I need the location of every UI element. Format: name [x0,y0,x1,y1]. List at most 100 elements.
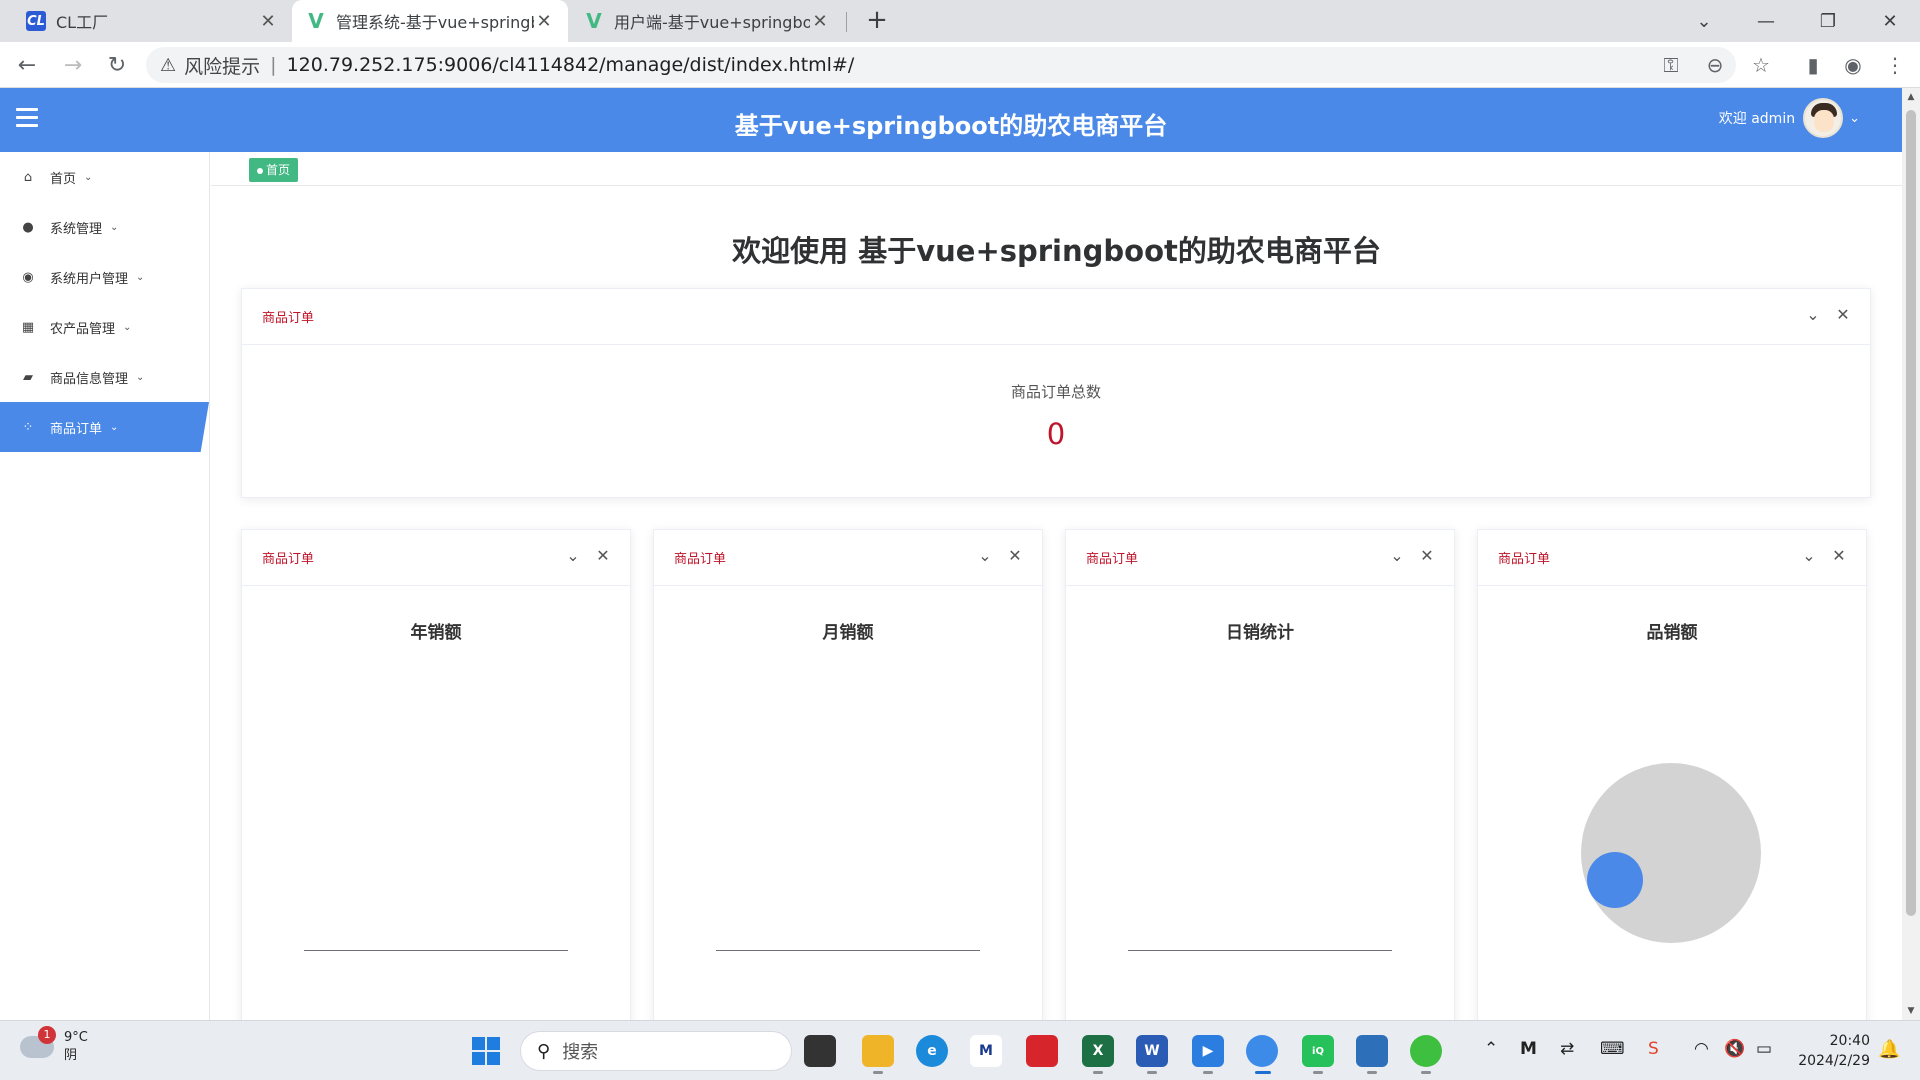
weather-widget[interactable]: 1 9°C 阴 [20,1026,88,1065]
speaker-muted-icon[interactable]: 🔇 [1724,1039,1745,1059]
summary-card: 商品订单 ⌄ ✕ 商品订单总数 0 [241,288,1871,498]
wps-icon[interactable]: S [1648,1039,1659,1059]
url-text[interactable]: 120.79.252.175:9006/cl4114842/manage/dis… [287,54,855,76]
huawei-icon[interactable] [1026,1035,1058,1067]
key-icon[interactable]: ⚿ [1656,50,1686,80]
cloud-icon: 1 [20,1026,56,1058]
floating-action-button[interactable] [1587,852,1643,908]
close-icon[interactable]: ✕ [594,546,612,565]
windows-start-icon[interactable] [472,1037,500,1065]
chevron-down-icon: ⌄ [110,221,119,233]
chart-axis [304,950,568,951]
address-bar[interactable]: ⚠ 风险提示 | 120.79.252.175:9006/cl4114842/m… [146,47,1736,83]
close-icon[interactable]: ✕ [1834,305,1852,324]
sidebar-item-system-users[interactable]: ◉ 系统用户管理 ⌄ [0,252,209,302]
back-icon[interactable]: ← [12,50,42,80]
close-tab-icon[interactable]: ✕ [810,11,830,32]
browser-tab-cl[interactable]: CL CL工厂 ✕ [12,0,292,42]
close-window-icon[interactable]: ✕ [1862,0,1918,42]
vue-favicon-icon: V [586,9,602,33]
sidebar-item-products[interactable]: ▦ 农产品管理 ⌄ [0,302,209,352]
close-icon[interactable]: ✕ [1006,546,1024,565]
word-icon[interactable]: W [1136,1035,1168,1067]
tab-separator [846,12,847,32]
wifi-icon[interactable]: ◠ [1694,1039,1709,1059]
running-indicator [1421,1071,1431,1074]
user-menu[interactable]: 欢迎 admin ⌄ [1719,98,1860,138]
chevron-down-icon: ⌄ [136,271,145,283]
mail-app-icon[interactable]: M [970,1035,1002,1067]
tab-search-icon[interactable]: ⌄ [1676,0,1732,42]
menu-dots-icon[interactable]: ⋮ [1880,50,1910,80]
browser-tab-user[interactable]: V 用户端-基于vue+springboot ✕ [570,0,844,42]
chart-card-category: 商品订单 ⌄ ✕ 品销额 [1477,529,1867,1029]
close-tab-icon[interactable]: ✕ [258,11,278,32]
card-header-title: 商品订单 [674,552,727,567]
ime-icon[interactable]: ⌨ [1600,1039,1625,1059]
tag-home[interactable]: 首页 [249,158,299,182]
profile-icon[interactable]: ◉ [1838,50,1868,80]
chevron-down-icon: ⌄ [84,171,93,183]
sidebar-item-orders[interactable]: ⁘ 商品订单 ⌄ [0,402,209,452]
order-total-value: 0 [1046,417,1066,451]
bookmark-star-icon[interactable]: ☆ [1746,50,1776,80]
security-warning-label[interactable]: 风险提示 [184,52,260,79]
task-view-icon[interactable] [804,1035,836,1067]
collapse-icon[interactable]: ⌄ [1800,546,1818,565]
sidebar-item-system[interactable]: ● 系统管理 ⌄ [0,202,209,252]
tags-bar: 首页 [211,152,1902,186]
close-icon[interactable]: ✕ [1830,546,1848,565]
page-scrollbar[interactable]: ▲ ▼ [1902,88,1920,1020]
battery-icon[interactable]: ▭ [1756,1039,1772,1059]
chrome-browser-icon[interactable] [1246,1035,1278,1067]
restore-icon[interactable]: ❐ [1800,0,1856,42]
search-icon: ⚲ [537,1040,551,1062]
chevron-up-icon[interactable]: ⌃ [1484,1039,1498,1059]
sidebar-item-label: 系统管理 [50,221,103,237]
side-panel-icon[interactable]: ▮ [1798,50,1828,80]
browser-tab-admin[interactable]: V 管理系统-基于vue+springbo ✕ [292,0,568,42]
scroll-down-icon[interactable]: ▼ [1902,1006,1920,1016]
compass-icon: ◉ [22,269,34,285]
close-icon[interactable]: ✕ [1418,546,1436,565]
media-player-icon[interactable]: ▶ [1192,1035,1224,1067]
collapse-icon[interactable]: ⌄ [1804,305,1822,324]
search-placeholder: 搜索 [562,1042,599,1063]
transfer-icon[interactable]: ⇄ [1560,1039,1574,1059]
forward-icon[interactable]: → [58,50,88,80]
chevron-down-icon[interactable]: ⌄ [1849,111,1860,126]
user-greeting[interactable]: 欢迎 admin [1719,108,1795,128]
scroll-up-icon[interactable]: ▲ [1902,92,1920,102]
wechat-icon[interactable] [1410,1035,1442,1067]
edge-browser-icon[interactable]: e [916,1035,948,1067]
collapse-icon[interactable]: ⌄ [1388,546,1406,565]
folder-icon: ▰ [23,369,33,385]
tab-title: 管理系统-基于vue+springbo [336,13,534,32]
file-explorer-icon[interactable] [862,1035,894,1067]
collapse-icon[interactable]: ⌄ [564,546,582,565]
sidebar-item-home[interactable]: ⌂ 首页 ⌄ [0,152,209,202]
collapse-icon[interactable]: ⌄ [976,546,994,565]
chart-card-daily: 商品订单 ⌄ ✕ 日销统计 [1065,529,1455,1029]
taskbar-search[interactable]: ⚲ 搜索 [520,1031,792,1071]
close-tab-icon[interactable]: ✕ [534,11,554,32]
minimize-icon[interactable]: — [1738,0,1794,42]
chevron-down-icon: ⌄ [136,371,145,383]
photos-icon[interactable] [1356,1035,1388,1067]
active-indicator [1255,1071,1271,1074]
running-indicator [873,1071,883,1074]
notification-bell-icon[interactable]: 🔔 [1878,1039,1900,1060]
mail-tray-icon[interactable]: M [1520,1039,1537,1059]
system-clock[interactable]: 20:40 2024/2/29 [1796,1031,1870,1071]
avatar[interactable] [1803,98,1844,138]
warning-icon[interactable]: ⚠ [160,55,176,76]
welcome-heading: 欢迎使用 基于vue+springboot的助农电商平台 [732,234,1381,268]
new-tab-button[interactable]: + [862,6,892,36]
running-indicator [1093,1071,1103,1074]
iqiyi-icon[interactable]: iQ [1302,1035,1334,1067]
zoom-icon[interactable]: ⊖ [1700,50,1730,80]
reload-icon[interactable]: ↻ [102,50,132,80]
excel-icon[interactable]: X [1082,1035,1114,1067]
scrollbar-thumb[interactable] [1906,110,1916,916]
sidebar-item-goods-info[interactable]: ▰ 商品信息管理 ⌄ [0,352,209,402]
